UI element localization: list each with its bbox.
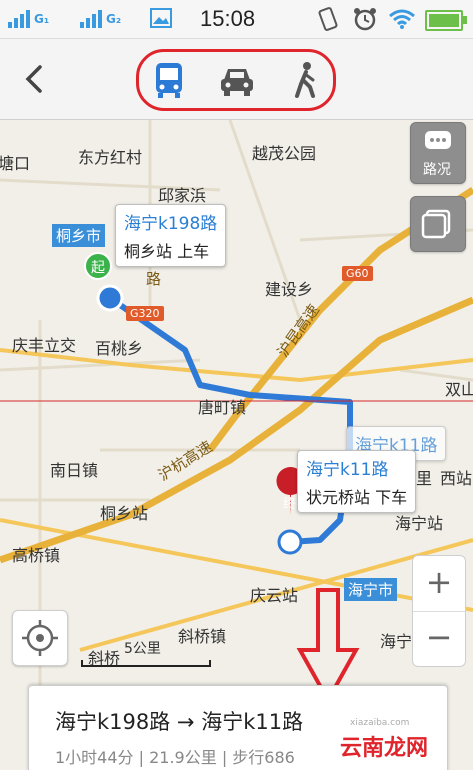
place-label: 越茂公园: [252, 144, 317, 163]
rotation-icon: [318, 7, 338, 31]
bus-mode-button[interactable]: [149, 60, 189, 100]
walk-icon: [295, 62, 315, 98]
end-stop-dot: [277, 529, 303, 555]
place-label: 海宁站: [395, 514, 444, 533]
map-view[interactable]: 起 终 塘口 东方红村 越茂公园 邱家浜 建设乡 庆丰立交 百桃乡 唐町镇 南日…: [0, 120, 473, 770]
car-icon: [221, 69, 253, 96]
annotation-arrow: [296, 588, 360, 705]
zoom-out-button[interactable]: −: [413, 611, 465, 666]
end-marker-label: 终: [283, 496, 296, 512]
route-meta: 1小时44分 | 21.9公里 | 步行686: [55, 748, 295, 767]
image-icon: [150, 8, 172, 28]
place-label: 斜桥: [88, 649, 121, 668]
status-bar: G₁ G₂ 15:08: [0, 0, 473, 39]
watermark-sub: xiazaiba.com: [350, 718, 410, 728]
car-mode-button[interactable]: [217, 60, 257, 100]
back-button[interactable]: [20, 61, 50, 97]
place-label: 南日镇: [50, 461, 99, 480]
city-label: 桐乡市: [52, 224, 106, 247]
place-label: 建设乡: [265, 280, 314, 299]
place-label: 西站: [440, 469, 473, 488]
walk-mode-button[interactable]: [285, 60, 325, 100]
start-callout[interactable]: 海宁k198路 桐乡站 上车: [115, 204, 227, 267]
end-line-name: 海宁k11路: [306, 460, 389, 480]
road-label: 路: [146, 270, 162, 288]
place-label: 庆丰立交: [12, 336, 77, 355]
layers-button[interactable]: [410, 196, 466, 252]
place-label: 双山: [445, 380, 473, 399]
locate-button[interactable]: [12, 610, 68, 666]
place-label: 高桥镇: [12, 546, 61, 565]
zoom-in-button[interactable]: +: [413, 556, 465, 612]
traffic-label: 路况: [423, 162, 451, 178]
battery-icon: [425, 10, 467, 31]
start-stop-dot: [96, 284, 124, 312]
start-station: 桐乡站 上车: [124, 242, 210, 261]
start-line-name: 海宁k198路: [124, 214, 218, 234]
place-label: 东方红村: [78, 148, 143, 167]
start-marker[interactable]: 起: [84, 252, 112, 280]
traffic-icon: [425, 131, 451, 149]
wifi-icon: [389, 9, 415, 29]
sim2-label: G₂: [106, 12, 122, 26]
watermark-text: 云南龙网: [340, 736, 429, 761]
place-label: 塘口: [0, 154, 31, 173]
transport-mode-selector: [136, 49, 336, 111]
route-title: 海宁k198路 → 海宁k11路: [55, 710, 304, 734]
watermark: xiazaiba.com 云南龙网: [340, 718, 429, 762]
layers-icon: [421, 209, 451, 239]
place-label: 邱家浜: [158, 186, 207, 205]
end-station: 状元桥站 下车: [306, 488, 408, 507]
place-label: 桐乡站: [100, 504, 149, 523]
place-label: 百桃乡: [95, 339, 144, 358]
clock: 15:08: [200, 6, 256, 31]
alarm-icon: [354, 8, 376, 31]
traffic-button[interactable]: 路况: [410, 122, 466, 184]
signal-icon: [8, 8, 30, 28]
place-label: 海宁: [380, 632, 413, 651]
city-label: 海宁市: [344, 578, 398, 601]
signal-icon: [80, 8, 102, 28]
road-shield: G60: [342, 266, 373, 281]
bus-icon: [156, 63, 182, 98]
locate-icon: [22, 620, 58, 656]
place-label: 唐町镇: [198, 398, 247, 417]
sim1-label: G₁: [34, 12, 50, 26]
zoom-control: + −: [412, 555, 466, 667]
place-label: 庆云站: [250, 586, 299, 605]
route-toolbar: [0, 39, 473, 120]
road-shield: G320: [126, 306, 164, 321]
end-callout[interactable]: 海宁k11路 状元桥站 下车: [297, 450, 417, 513]
scale-label: 5公里: [124, 641, 161, 657]
place-label: 斜桥镇: [178, 627, 227, 646]
chevron-left-icon: [25, 65, 42, 93]
start-marker-label: 起: [91, 260, 105, 276]
